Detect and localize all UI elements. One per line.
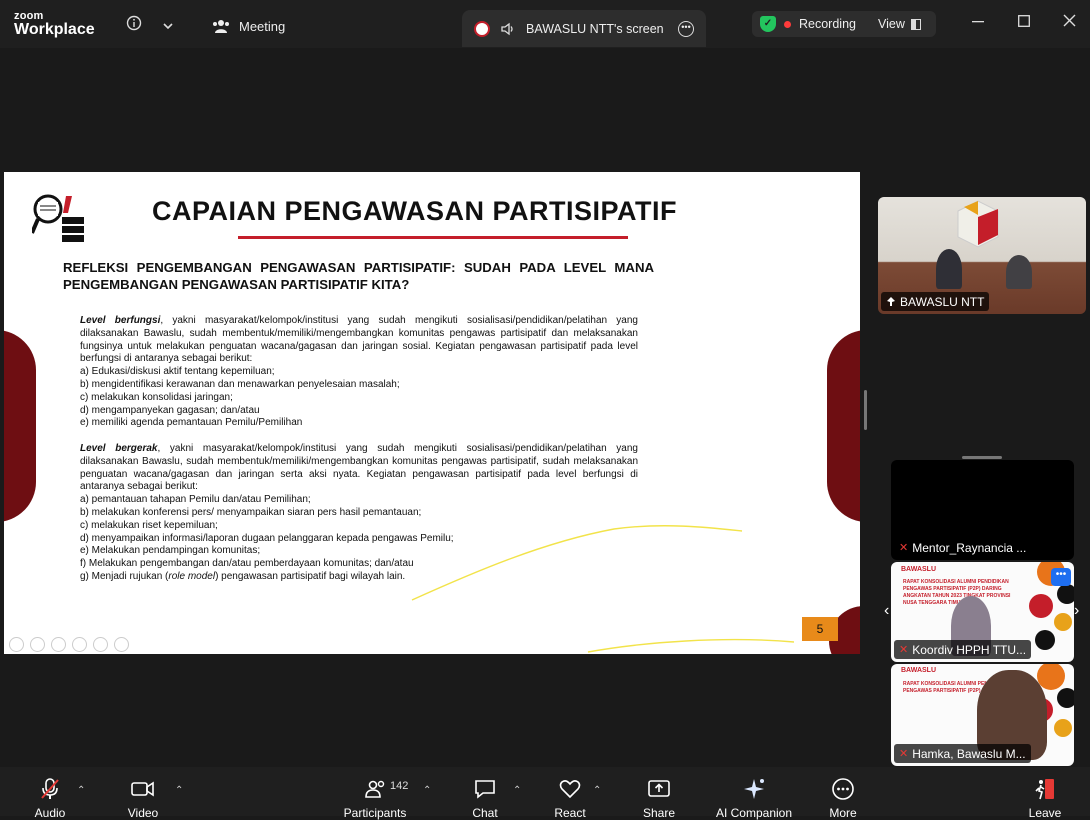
view-layout-icon [910, 18, 921, 30]
audio-label: Audio [34, 806, 66, 820]
banner-line: PENGAWAS PARTISIPATIF (P2P) DARING [903, 586, 1002, 592]
participant-name: Koordiv HPPH TTU... [912, 642, 1027, 657]
mic-muted-icon: ✕ [899, 644, 909, 656]
heart-icon [559, 780, 581, 799]
react-options-icon[interactable]: ⌃ [593, 785, 601, 796]
video-name-label: ✕ Hamka, Bawaslu M... [894, 744, 1031, 763]
video-label: Video [127, 806, 159, 820]
panel-resize-handle[interactable] [864, 390, 867, 430]
chevron-down-icon[interactable] [162, 18, 174, 34]
more-button[interactable]: More [826, 777, 860, 820]
mic-muted-icon: ✕ [899, 748, 909, 760]
more-options-icon[interactable]: ••• [678, 20, 694, 37]
meeting-label: Meeting [239, 18, 286, 34]
meeting-toolbar: Audio ⌃ Video ⌃ Participants 142 ⌃ Chat … [0, 767, 1090, 820]
chat-icon [475, 780, 495, 799]
more-options-icon[interactable]: ••• [1051, 568, 1071, 586]
slide-controls [9, 637, 129, 652]
sparkle-icon [744, 779, 764, 799]
video-tile-hamka[interactable]: BAWASLU RAPAT KONSOLIDASI ALUMNI PENDIDI… [891, 664, 1074, 766]
leave-icon [1035, 779, 1054, 800]
video-button[interactable]: Video [123, 777, 163, 820]
participant-name: Hamka, Bawaslu M... [912, 746, 1026, 761]
info-icon[interactable] [126, 15, 142, 34]
brand-name: Workplace [14, 21, 95, 38]
bawaslu-logo-icon [474, 20, 490, 37]
maximize-icon[interactable] [1018, 14, 1030, 31]
mic-muted-icon [41, 778, 59, 799]
close-icon[interactable] [1063, 14, 1076, 31]
banner-line: RAPAT KONSOLIDASI ALUMNI PENDIDIKAN [903, 579, 1009, 585]
more-icon [832, 778, 854, 800]
participants-options-icon[interactable]: ⌃ [423, 785, 431, 796]
minimize-icon[interactable] [972, 14, 984, 31]
share-button[interactable]: Share [641, 777, 677, 820]
video-tile-mentor[interactable]: ✕ Mentor_Raynancia ... [891, 460, 1074, 560]
shared-slide[interactable]: CAPAIAN PENGAWASAN PARTISIPATIF REFLEKSI… [4, 172, 860, 654]
audio-button[interactable]: Audio [30, 777, 70, 820]
react-button[interactable]: React [551, 777, 589, 820]
shared-screen-title: BAWASLU NTT's screen [526, 21, 664, 36]
slides-icon[interactable] [72, 637, 87, 652]
participant-figure [936, 249, 962, 289]
gallery-drag-handle[interactable] [962, 456, 1002, 459]
meeting-menu[interactable]: Meeting [211, 18, 285, 34]
ai-companion-label: AI Companion [715, 806, 793, 820]
participant-figure [1006, 255, 1032, 289]
video-name-label: BAWASLU NTT [881, 292, 990, 311]
video-tile-koordiv[interactable]: BAWASLU RAPAT KONSOLIDASI ALUMNI PENDIDI… [891, 562, 1074, 662]
view-label: View [877, 17, 905, 31]
share-label: Share [642, 806, 676, 820]
shared-screen-tab[interactable]: BAWASLU NTT's screen ••• [462, 10, 706, 47]
recording-label[interactable]: Recording [799, 17, 856, 31]
banner-brand: BAWASLU [901, 566, 936, 573]
people-icon [213, 20, 229, 33]
ai-companion-button[interactable]: AI Companion [713, 777, 795, 820]
more-label: More [829, 806, 857, 820]
gallery-next-icon[interactable]: › [1074, 602, 1079, 620]
ballot-box-logo [957, 200, 999, 248]
participants-icon [365, 780, 385, 798]
audio-options-icon[interactable]: ⌃ [77, 785, 85, 796]
share-screen-icon [648, 780, 670, 797]
status-pill: ✓ Recording View [752, 11, 936, 37]
annotation-strokes [411, 525, 795, 653]
recording-dot-icon [784, 20, 791, 28]
video-tile-bawaslu-ntt[interactable]: BAWASLU NTT [878, 197, 1086, 314]
leave-label: Leave [1028, 806, 1062, 820]
banner-brand: BAWASLU [901, 667, 936, 674]
gallery-previous-icon[interactable]: ‹ [884, 602, 889, 620]
participant-name: BAWASLU NTT [900, 294, 985, 309]
more-icon[interactable] [114, 637, 129, 652]
zoom-icon[interactable] [93, 637, 108, 652]
pin-icon [887, 296, 895, 306]
pen-icon[interactable] [51, 637, 66, 652]
next-slide-icon[interactable] [30, 637, 45, 652]
video-options-icon[interactable]: ⌃ [175, 785, 183, 796]
mic-muted-icon: ✕ [899, 542, 909, 554]
previous-slide-icon[interactable] [9, 637, 24, 652]
react-label: React [554, 806, 586, 820]
chat-options-icon[interactable]: ⌃ [513, 785, 521, 796]
encryption-shield-icon[interactable]: ✓ [760, 16, 776, 32]
video-name-label: ✕ Mentor_Raynancia ... [894, 538, 1032, 557]
top-bar: zoom Workplace Meeting BAWASLU NTT's scr… [0, 0, 1090, 48]
zoom-logo: zoom Workplace [14, 11, 95, 38]
participant-count: 142 [390, 780, 409, 792]
chat-label: Chat [472, 806, 498, 820]
view-button[interactable]: View [878, 17, 921, 31]
leave-button[interactable]: Leave [1027, 777, 1063, 820]
camera-icon [131, 781, 154, 797]
chat-button[interactable]: Chat [468, 777, 502, 820]
speaker-icon[interactable] [500, 22, 516, 36]
participant-name: Mentor_Raynancia ... [912, 540, 1027, 555]
video-name-label: ✕ Koordiv HPPH TTU... [894, 640, 1032, 659]
participants-label: Participants [343, 806, 407, 820]
